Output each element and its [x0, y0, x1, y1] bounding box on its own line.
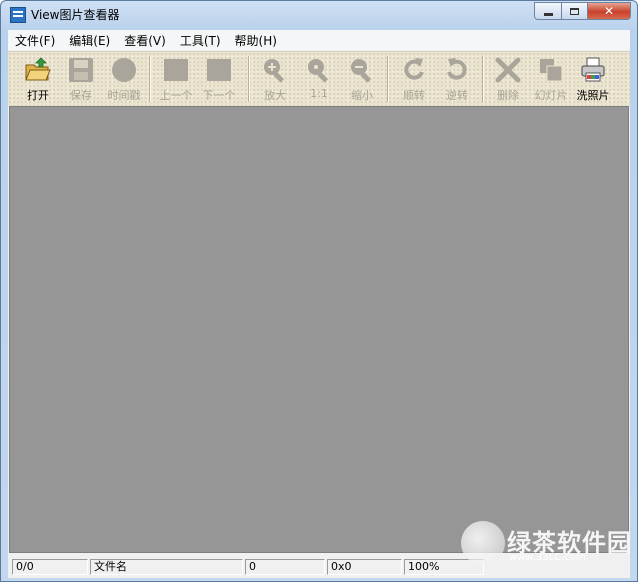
clock-icon — [112, 58, 136, 82]
menu-tools[interactable]: 工具(T) — [173, 32, 228, 49]
image-viewport[interactable] — [9, 106, 629, 553]
close-icon: ✕ — [603, 4, 615, 18]
window-controls: ✕ — [534, 2, 631, 20]
slideshow-button[interactable]: 幻灯片 — [529, 54, 573, 104]
toolbar-separator — [387, 56, 389, 102]
previous-button[interactable]: 上一个 — [154, 54, 198, 104]
maximize-icon — [570, 7, 579, 15]
print-photos-button[interactable]: 洗照片 — [571, 54, 615, 104]
slideshow-label: 幻灯片 — [534, 89, 568, 102]
next-image-icon — [207, 59, 231, 81]
toolbar-separator — [248, 56, 250, 102]
rotate-clockwise-icon — [404, 58, 424, 80]
status-filename: 文件名 — [90, 559, 243, 575]
maximize-button[interactable] — [561, 2, 587, 20]
actual-size-icon — [308, 59, 329, 83]
next-label: 下一个 — [202, 89, 236, 102]
menu-bar: 文件(F) 编辑(E) 查看(V) 工具(T) 帮助(H) — [8, 30, 630, 50]
toolbar: 打开 保存 时间戳 上一个 下一个 放大 1:1 缩小 顺转 逆转 删除 幻灯片… — [8, 51, 630, 106]
print-photos-label: 洗照片 — [576, 89, 610, 102]
app-icon[interactable] — [10, 7, 26, 23]
menu-edit[interactable]: 编辑(E) — [62, 32, 117, 49]
folder-open-icon — [25, 57, 51, 81]
actual-size-button[interactable]: 1:1 — [297, 54, 341, 104]
window-title: View图片查看器 — [31, 8, 120, 22]
save-button[interactable]: 保存 — [59, 54, 103, 104]
title-bar[interactable]: View图片查看器 ✕ — [1, 1, 637, 29]
timestamp-label: 时间戳 — [107, 89, 141, 102]
zoom-in-button[interactable]: 放大 — [253, 54, 297, 104]
timestamp-button[interactable]: 时间戳 — [102, 54, 146, 104]
next-button[interactable]: 下一个 — [197, 54, 241, 104]
delete-x-icon — [495, 57, 521, 83]
client-area: 文件(F) 编辑(E) 查看(V) 工具(T) 帮助(H) 打开 保存 时间戳 … — [8, 30, 630, 578]
zoom-out-icon — [351, 59, 372, 83]
close-button[interactable]: ✕ — [587, 2, 631, 20]
minimize-button[interactable] — [534, 2, 561, 20]
watermark-url: www.33LC.com — [509, 552, 586, 563]
previous-label: 上一个 — [159, 89, 193, 102]
rotate-clockwise-button[interactable]: 顺转 — [392, 54, 436, 104]
save-label: 保存 — [70, 89, 92, 102]
watermark-logo — [461, 521, 505, 565]
open-button[interactable]: 打开 — [16, 54, 60, 104]
actual-size-label: 1:1 — [310, 87, 328, 100]
rotate-clockwise-label: 顺转 — [403, 89, 425, 102]
status-filesize: 0 — [245, 559, 325, 575]
rotate-counterclockwise-label: 逆转 — [446, 89, 468, 102]
printer-icon — [581, 57, 605, 82]
zoom-out-label: 缩小 — [351, 89, 373, 102]
menu-file[interactable]: 文件(F) — [8, 32, 62, 49]
minimize-icon — [543, 12, 553, 16]
toolbar-separator — [149, 56, 151, 102]
zoom-in-label: 放大 — [264, 89, 286, 102]
toolbar-separator — [482, 56, 484, 102]
delete-button[interactable]: 删除 — [486, 54, 530, 104]
floppy-disk-icon — [69, 58, 93, 82]
status-dimensions: 0x0 — [327, 559, 402, 575]
previous-image-icon — [164, 59, 188, 81]
slideshow-icon — [540, 59, 563, 82]
zoom-out-button[interactable]: 缩小 — [340, 54, 384, 104]
menu-help[interactable]: 帮助(H) — [228, 32, 284, 49]
zoom-in-icon — [264, 59, 285, 83]
rotate-counterclockwise-icon — [447, 58, 467, 80]
delete-label: 删除 — [497, 89, 519, 102]
open-label: 打开 — [27, 89, 49, 102]
rotate-counterclockwise-button[interactable]: 逆转 — [435, 54, 479, 104]
menu-view[interactable]: 查看(V) — [117, 32, 173, 49]
status-image-index: 0/0 — [12, 559, 88, 575]
app-window: View图片查看器 ✕ 文件(F) 编辑(E) 查看(V) 工具(T) 帮助(H… — [0, 0, 638, 582]
